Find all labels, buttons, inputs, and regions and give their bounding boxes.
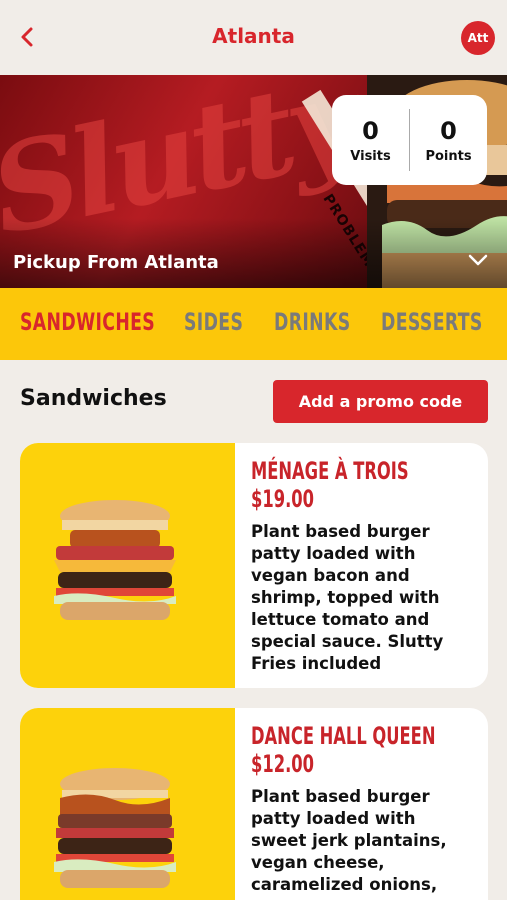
page-title: Atlanta: [212, 24, 295, 48]
product-name: DANCE HALL QUEEN: [251, 722, 436, 750]
product-image: [20, 443, 235, 688]
product-image: [20, 708, 235, 900]
tab-sides[interactable]: SIDES: [184, 308, 243, 336]
product-card[interactable]: MÉNAGE À TROIS $19.00 Plant based burger…: [20, 443, 488, 688]
add-promo-code-button[interactable]: Add a promo code: [273, 380, 488, 423]
product-card[interactable]: DANCE HALL QUEEN $12.00 Plant based burg…: [20, 708, 488, 900]
points-value: 0: [440, 116, 457, 145]
points-label: Points: [425, 148, 472, 164]
burger-illustration: [54, 500, 176, 620]
product-price: $12.00: [251, 750, 314, 778]
tab-desserts[interactable]: DESSERTS: [381, 308, 483, 336]
product-name: MÉNAGE À TROIS: [251, 457, 409, 485]
visits-label: Visits: [350, 148, 391, 164]
visits-stat: 0 Visits: [332, 117, 409, 164]
pickup-location-label[interactable]: Pickup From Atlanta: [13, 252, 219, 273]
product-description: Plant based burger patty loaded with veg…: [251, 522, 444, 673]
section-title: Sandwiches: [20, 386, 167, 411]
product-details: DANCE HALL QUEEN $12.00 Plant based burg…: [251, 722, 476, 896]
chevron-down-icon[interactable]: [466, 250, 490, 270]
burger-illustration: [54, 768, 176, 888]
app-header: Atlanta Att: [0, 0, 507, 75]
product-description: Plant based burger patty loaded with swe…: [251, 787, 447, 894]
tab-sandwiches[interactable]: SANDWICHES: [20, 308, 155, 336]
loyalty-stats-card: 0 Visits 0 Points: [332, 95, 487, 185]
visits-value: 0: [362, 116, 379, 145]
product-price: $19.00: [251, 485, 314, 513]
tab-drinks[interactable]: DRINKS: [274, 308, 351, 336]
points-stat: 0 Points: [410, 117, 487, 164]
avatar[interactable]: Att: [461, 21, 495, 55]
product-details: MÉNAGE À TROIS $19.00 Plant based burger…: [251, 457, 476, 675]
